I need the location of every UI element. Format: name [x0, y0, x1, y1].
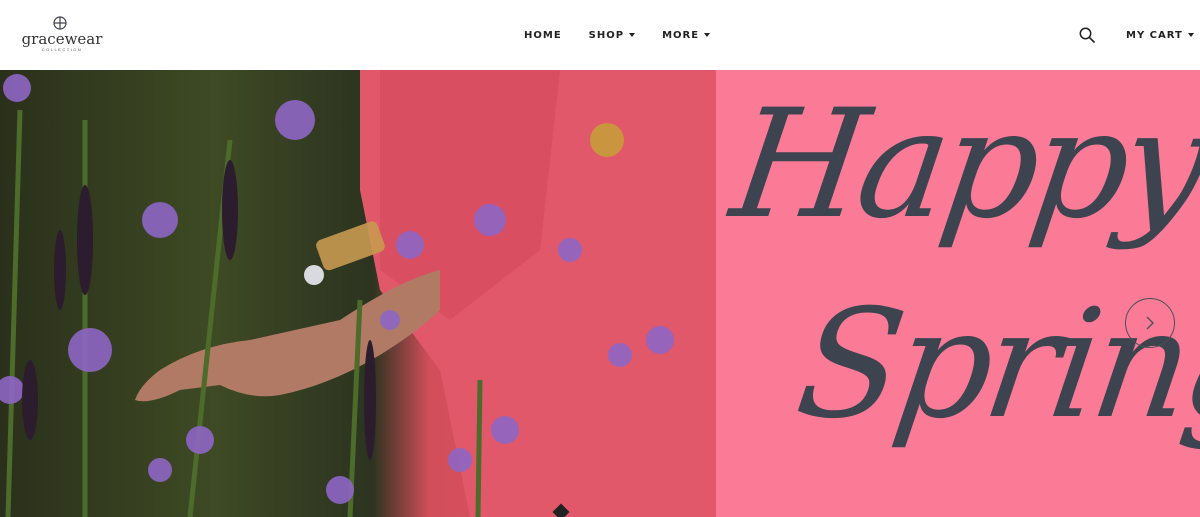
chevron-right-icon [1146, 316, 1154, 330]
nav-item-label: MORE [662, 29, 700, 41]
site-header: gracewear COLLECTION HOME SHOP MORE MY C… [0, 0, 1200, 70]
hero-headline-line1: Happy [722, 78, 1200, 252]
nav-item-label: SHOP [588, 29, 625, 41]
search-icon[interactable] [1079, 27, 1095, 43]
brand-logo[interactable]: gracewear COLLECTION [20, 14, 104, 54]
caret-down-icon [704, 33, 711, 37]
nav-item-shop[interactable]: SHOP [588, 29, 636, 41]
cart-label: MY CART [1126, 29, 1183, 41]
chevron-down-icon [1187, 33, 1194, 37]
slider-next-button[interactable] [1125, 298, 1175, 348]
hero-photo-illustration [0, 70, 716, 517]
brand-tagline: COLLECTION [41, 47, 83, 52]
cart-button[interactable]: MY CART [1126, 29, 1194, 41]
brand-name: gracewear [21, 30, 103, 48]
hero-slider: Happy Spring [0, 70, 1200, 517]
nav-item-label: HOME [524, 29, 562, 41]
caret-down-icon [629, 33, 636, 37]
nav-item-more[interactable]: MORE [662, 29, 711, 41]
cross-circle-icon [53, 16, 67, 30]
main-nav: HOME SHOP MORE [524, 29, 737, 41]
hero-photo [0, 70, 716, 517]
nav-item-home[interactable]: HOME [524, 29, 562, 41]
